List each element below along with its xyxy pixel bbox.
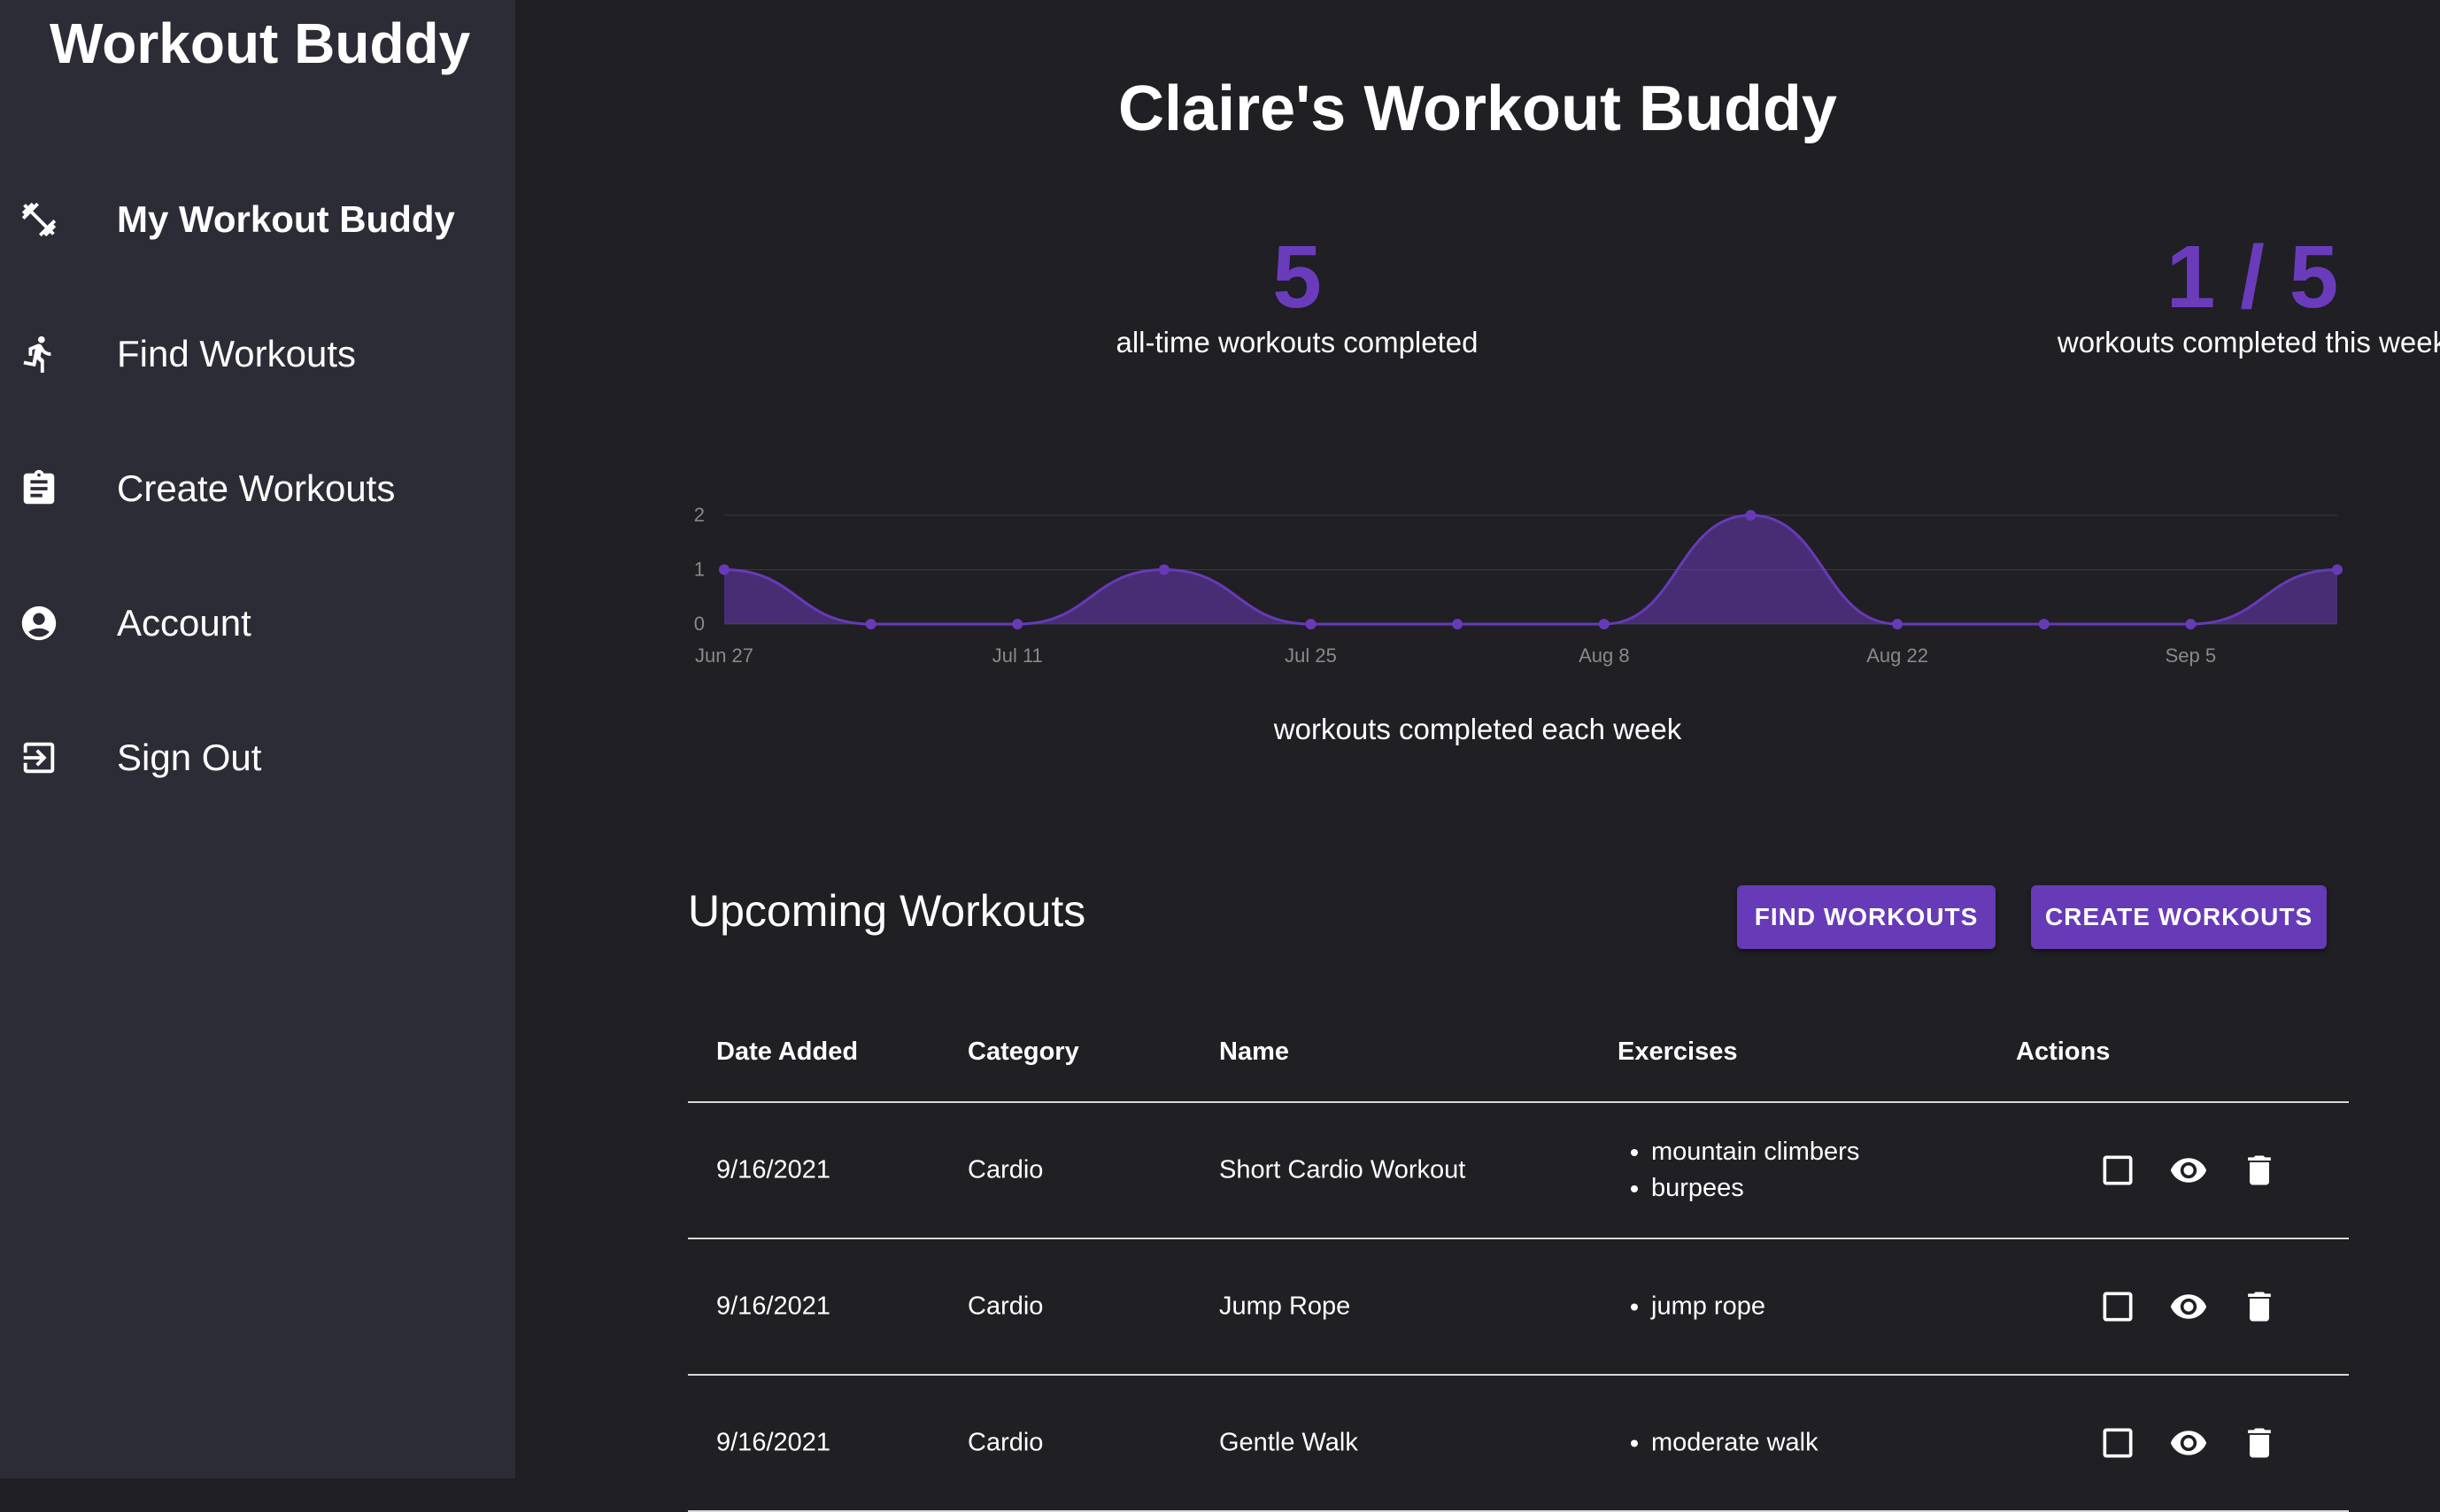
section-title: Upcoming Workouts <box>688 886 1086 936</box>
chart-point <box>1745 510 1757 521</box>
x-tick-label: Jul 11 <box>992 644 1043 667</box>
column-header: Name <box>1219 1038 1289 1066</box>
column-header: Actions <box>2016 1038 2111 1066</box>
row-actions <box>2096 1148 2282 1192</box>
find-workouts-button[interactable]: FIND WORKOUTS <box>1737 885 1996 949</box>
upcoming-workouts-table: Date Added Category Name Exercises Actio… <box>688 1000 2349 1512</box>
stat-value: 1 / 5 <box>2166 228 2339 327</box>
date-cell: 9/16/2021 <box>716 1428 831 1457</box>
trash-icon[interactable] <box>2237 1421 2282 1465</box>
stat-caption: all-time workouts completed <box>1116 326 1479 359</box>
x-tick-label: Jun 27 <box>695 644 753 667</box>
chart-point <box>2038 619 2050 629</box>
sidebar-item-label: Sign Out <box>117 737 262 778</box>
date-cell: 9/16/2021 <box>716 1292 831 1321</box>
exercise-item: burpees <box>1651 1170 1859 1207</box>
clipboard-icon <box>18 467 60 510</box>
sidebar-item-label: Create Workouts <box>117 467 396 509</box>
stat-all-time: 5 all-time workouts completed <box>987 228 1607 359</box>
x-tick-label: Sep 5 <box>2166 644 2217 667</box>
date-cell: 9/16/2021 <box>716 1155 831 1184</box>
checkbox-icon[interactable] <box>2096 1284 2140 1329</box>
chart-point <box>719 564 730 575</box>
eye-icon[interactable] <box>2166 1148 2211 1192</box>
category-cell: Cardio <box>968 1155 1044 1184</box>
exercises-cell: mountain climbers burpees <box>1618 1134 1859 1207</box>
sidebar-item-my-workout-buddy[interactable]: My Workout Buddy <box>0 166 515 273</box>
y-tick-label: 1 <box>694 559 705 581</box>
chart-point <box>865 619 876 629</box>
chart-point <box>1158 564 1170 575</box>
stat-caption: workouts completed this week <box>2057 326 2440 359</box>
app-title: Workout Buddy <box>50 12 471 75</box>
sidebar: Workout Buddy My Workout Buddy Find Work… <box>0 0 515 1478</box>
column-header: Category <box>968 1038 1079 1066</box>
sidebar-item-account[interactable]: Account <box>0 570 515 676</box>
running-icon <box>18 333 60 375</box>
table-row: 9/16/2021 Cardio Short Cardio Workout mo… <box>688 1103 2349 1239</box>
checkbox-icon[interactable] <box>2096 1421 2140 1465</box>
exercise-item: moderate walk <box>1651 1425 1818 1462</box>
trash-icon[interactable] <box>2237 1284 2282 1329</box>
sidebar-item-label: My Workout Buddy <box>117 198 455 240</box>
exercise-item: jump rope <box>1651 1289 1765 1325</box>
chart-caption: workouts completed each week <box>1273 713 1682 745</box>
chart-point <box>1598 619 1610 629</box>
sidebar-item-label: Account <box>117 602 251 644</box>
account-circle-icon <box>18 602 60 644</box>
trash-icon[interactable] <box>2237 1148 2282 1192</box>
column-header: Exercises <box>1618 1038 1738 1066</box>
x-tick-label: Aug 22 <box>1866 644 1928 667</box>
dumbbell-icon <box>18 198 60 241</box>
table-header: Date Added Category Name Exercises Actio… <box>688 1000 2349 1103</box>
exercises-cell: jump rope <box>1618 1289 1765 1325</box>
table-row: 9/16/2021 Cardio Jump Rope jump rope <box>688 1239 2349 1376</box>
exercise-item: mountain climbers <box>1651 1134 1859 1170</box>
chart-point <box>1452 619 1463 629</box>
page-title: Claire's Workout Buddy <box>1118 73 1837 144</box>
category-cell: Cardio <box>968 1292 1044 1321</box>
category-cell: Cardio <box>968 1428 1044 1457</box>
sidebar-item-find-workouts[interactable]: Find Workouts <box>0 301 515 407</box>
name-cell: Gentle Walk <box>1219 1428 1358 1457</box>
chart-svg: 0 1 2 Jun 27 Jul 11 Jul 25 Aug 8 Aug 22 Sep 5 <box>694 504 2343 667</box>
chart-point <box>1012 619 1023 629</box>
column-header: Date Added <box>716 1038 859 1066</box>
x-tick-label: Aug 8 <box>1579 644 1630 667</box>
row-actions <box>2096 1421 2282 1465</box>
eye-icon[interactable] <box>2166 1284 2211 1329</box>
exercises-cell: moderate walk <box>1618 1425 1818 1462</box>
y-tick-label: 0 <box>694 613 705 635</box>
sidebar-item-create-workouts[interactable]: Create Workouts <box>0 436 515 542</box>
sidebar-item-label: Find Workouts <box>117 333 356 374</box>
name-cell: Jump Rope <box>1219 1292 1351 1321</box>
name-cell: Short Cardio Workout <box>1219 1155 1466 1184</box>
checkbox-icon[interactable] <box>2096 1148 2140 1192</box>
eye-icon[interactable] <box>2166 1421 2211 1465</box>
y-tick-label: 2 <box>694 504 705 526</box>
sidebar-item-sign-out[interactable]: Sign Out <box>0 705 515 811</box>
chart-point <box>1305 619 1317 629</box>
stat-this-week: 1 / 5 workouts completed this week <box>1942 228 2440 359</box>
main-content: Claire's Workout Buddy 5 all-time workou… <box>515 0 2440 1512</box>
create-workouts-button[interactable]: CREATE WORKOUTS <box>2031 885 2327 949</box>
x-tick-label: Jul 25 <box>1285 644 1337 667</box>
chart-point <box>1892 619 1903 629</box>
sign-out-icon <box>18 737 60 779</box>
chart-point <box>2332 564 2343 575</box>
stat-value: 5 <box>1272 228 1322 327</box>
row-actions <box>2096 1284 2282 1329</box>
chart-point <box>2185 619 2197 629</box>
table-row: 9/16/2021 Cardio Gentle Walk moderate wa… <box>688 1376 2349 1512</box>
